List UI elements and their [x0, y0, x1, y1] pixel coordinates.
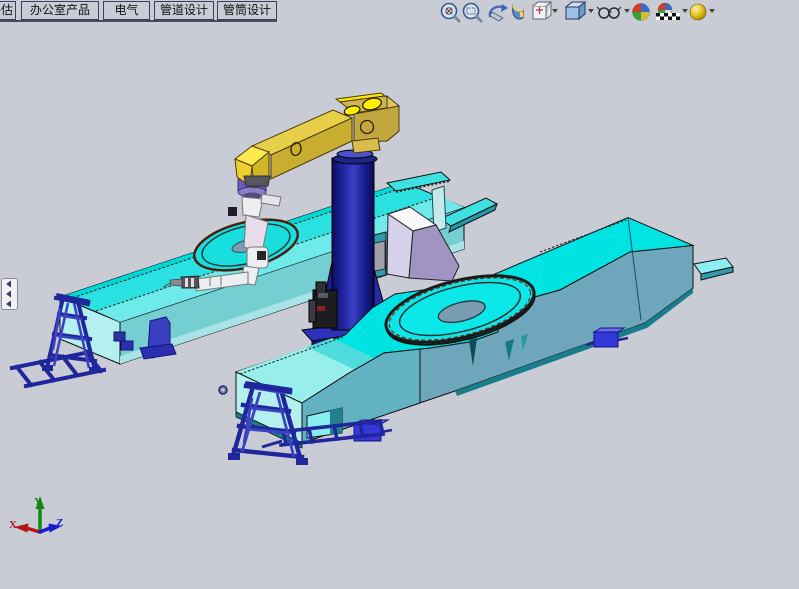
svg-text:Y: Y: [34, 496, 42, 508]
svg-text:X: X: [9, 519, 17, 531]
svg-text:Z: Z: [56, 517, 63, 529]
